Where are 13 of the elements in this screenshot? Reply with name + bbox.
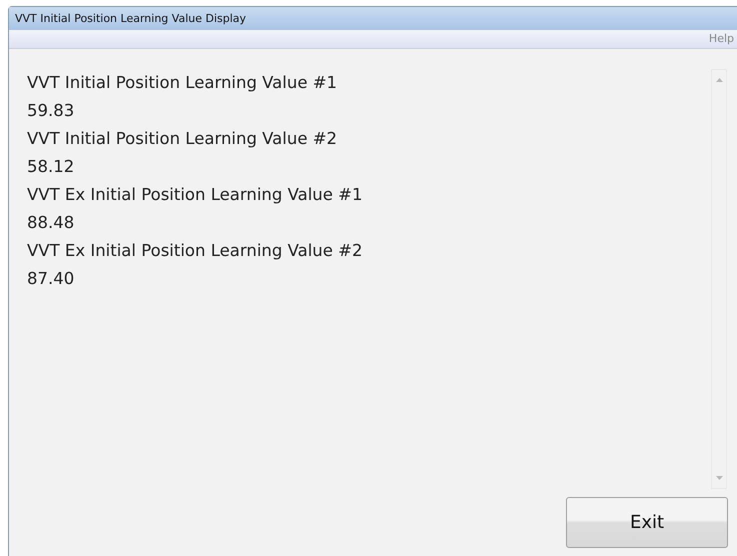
scroll-up-icon[interactable] [716,78,722,82]
value-reading: 87.40 [27,268,76,290]
value-label: VVT Initial Position Learning Value #2 [27,128,338,150]
window-title: VVT Initial Position Learning Value Display [15,12,246,25]
value-label: VVT Ex Initial Position Learning Value #1 [27,184,364,206]
value-reading: 88.48 [27,212,76,234]
value-label: VVT Initial Position Learning Value #1 [27,72,338,94]
value-reading: 58.12 [27,156,76,178]
scroll-down-icon[interactable] [716,476,722,480]
value-label: VVT Ex Initial Position Learning Value #2 [27,240,364,262]
value-reading: 59.83 [27,100,76,122]
scrollbar[interactable] [711,69,727,489]
exit-button[interactable]: Exit [566,497,728,548]
